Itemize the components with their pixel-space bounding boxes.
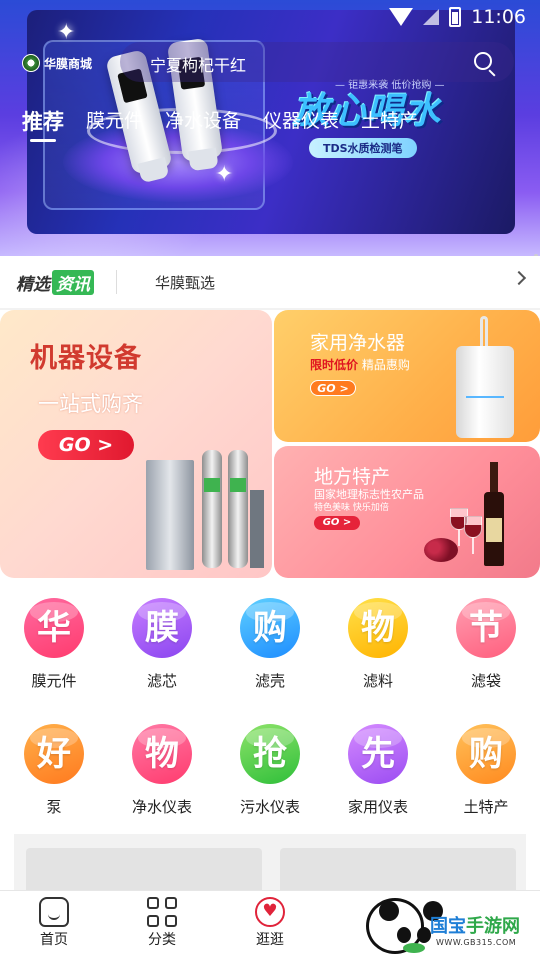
category-label: 滤壳: [254, 672, 285, 690]
promo-tag: 精品惠购: [361, 358, 410, 372]
product-card-placeholder[interactable]: [26, 848, 262, 890]
nav-home[interactable]: 首页: [14, 897, 94, 949]
category-label: 土特产: [463, 798, 509, 816]
chevron-right-icon[interactable]: [511, 270, 527, 286]
nav-label: 逛逛: [256, 932, 284, 948]
promo-card-water-purifier[interactable]: 家用净水器 限时低价 精品惠购 GO >: [274, 310, 540, 442]
hero-background: ✦ ✦ — 钜惠来袭 低价抢购 — 放心喝水 TDS水质检测笔 11:06 华膜…: [0, 0, 540, 256]
wine-bottle-image: [484, 462, 504, 566]
feed-edge: [0, 834, 14, 890]
category-label: 家用仪表: [347, 798, 408, 816]
banner-product-pill: TDS水质检测笔: [309, 138, 417, 158]
category-membrane[interactable]: 华 膜元件: [0, 598, 108, 691]
news-divider: [116, 270, 117, 294]
status-time: 11:06: [471, 6, 526, 28]
category-grid: 华 膜元件 膜 滤芯 购 滤壳 物 滤料 节 滤袋 好 泵 物 净水仪表 抢 污…: [0, 580, 540, 834]
category-bubble-icon: 膜: [132, 598, 192, 658]
category-water-meter[interactable]: 物 净水仪表: [108, 724, 216, 817]
go-button[interactable]: GO >: [38, 430, 134, 460]
promo-tag-red: 限时低价: [310, 358, 359, 372]
category-label: 污水仪表: [239, 798, 300, 816]
product-card-placeholder[interactable]: [280, 848, 516, 890]
category-bubble-icon: 物: [348, 598, 408, 658]
promo-tags: 限时低价 精品惠购: [310, 356, 410, 373]
category-bubble-icon: 华: [24, 598, 84, 658]
signal-icon: [423, 9, 440, 25]
logo-mark-icon: [22, 54, 40, 72]
site-watermark: 国宝手游网 WWW.GB315.COM: [352, 892, 540, 960]
promo-title: 地方特产: [314, 466, 391, 488]
sparkle-icon: ✦: [57, 20, 76, 45]
category-filter-bag[interactable]: 节 滤袋: [432, 598, 540, 691]
promo-line: 特色美味 快乐加倍: [314, 503, 389, 513]
wifi-icon: [389, 8, 414, 26]
promo-card-machinery[interactable]: 机器设备 一站式购齐 GO >: [0, 310, 272, 578]
category-bubble-icon: 节: [456, 598, 516, 658]
home-icon: [39, 897, 69, 927]
news-bar[interactable]: 精选 资讯 华膜甄选: [0, 256, 540, 308]
promo-title: 家用净水器: [310, 332, 406, 354]
category-label: 膜元件: [31, 672, 77, 690]
promo-section: 机器设备 一站式购齐 GO > 家用净水器 限时低价 精品惠购 GO > 地方特…: [0, 310, 540, 580]
category-bubble-icon: 购: [240, 598, 300, 658]
promo-subtitle: 一站式购齐: [38, 392, 143, 416]
category-grid-icon: [147, 897, 177, 927]
news-brand: 精选 资讯: [16, 269, 94, 295]
category-label: 滤芯: [146, 672, 177, 690]
category-filter-core[interactable]: 膜 滤芯: [108, 598, 216, 691]
sparkle-icon: ✦: [215, 162, 234, 187]
watermark-name: 国宝手游网: [430, 912, 520, 938]
wine-glass-image: [464, 516, 482, 556]
feed-edge: [526, 834, 540, 890]
tab-instruments[interactable]: 仪器仪表: [263, 106, 339, 136]
logo-text: 华膜商城: [44, 56, 93, 71]
tab-recommend[interactable]: 推荐: [22, 106, 64, 142]
promo-card-local-specialty[interactable]: 地方特产 国家地理标志性农产品 特色美味 快乐加倍 GO >: [274, 446, 540, 578]
nav-label: 分类: [148, 932, 176, 948]
product-feed-placeholder: [0, 834, 540, 890]
panda-logo-icon: [366, 898, 443, 954]
news-text: 华膜甄选: [155, 273, 216, 292]
category-label: 泵: [46, 798, 62, 816]
category-pump[interactable]: 好 泵: [0, 724, 108, 817]
water-purifier-image: [456, 316, 514, 438]
category-tabs: 推荐 膜元件 净水设备 仪器仪表 土特产: [22, 106, 418, 142]
nav-label: 首页: [40, 932, 68, 948]
category-home-meter[interactable]: 先 家用仪表: [324, 724, 432, 817]
search-bar[interactable]: 宁夏枸杞干红: [120, 42, 514, 82]
watermark-name-a: 国宝: [430, 916, 466, 937]
heart-chat-icon: [255, 897, 285, 927]
status-bar: 11:06: [389, 6, 526, 28]
promo-title: 机器设备: [30, 343, 142, 374]
search-icon[interactable]: [474, 52, 492, 70]
category-bubble-icon: 购: [456, 724, 516, 784]
nav-category[interactable]: 分类: [122, 897, 202, 949]
machine-image: [146, 430, 266, 576]
go-button[interactable]: GO >: [310, 380, 356, 396]
category-label: 净水仪表: [131, 798, 192, 816]
search-query: 宁夏枸杞干红: [150, 56, 247, 75]
watermark-name-b: 手游网: [466, 916, 520, 937]
tab-local-specialty[interactable]: 土特产: [361, 106, 418, 136]
tab-membrane[interactable]: 膜元件: [86, 106, 143, 136]
category-label: 滤料: [362, 672, 393, 690]
category-bubble-icon: 物: [132, 724, 192, 784]
category-bubble-icon: 好: [24, 724, 84, 784]
news-brand-highlight: 资讯: [52, 269, 94, 295]
category-local-specialty[interactable]: 购 土特产: [432, 724, 540, 817]
app-logo[interactable]: 华膜商城: [22, 54, 92, 72]
category-sewage-meter[interactable]: 抢 污水仪表: [216, 724, 324, 817]
category-filter-media[interactable]: 物 滤料: [324, 598, 432, 691]
tab-purification[interactable]: 净水设备: [165, 106, 241, 136]
category-label: 滤袋: [470, 672, 501, 690]
category-bubble-icon: 抢: [240, 724, 300, 784]
go-button[interactable]: GO >: [314, 516, 360, 530]
battery-icon: [449, 7, 462, 27]
watermark-url: WWW.GB315.COM: [436, 938, 517, 947]
nav-browse[interactable]: 逛逛: [230, 897, 310, 949]
category-filter-housing[interactable]: 购 滤壳: [216, 598, 324, 691]
news-brand-prefix: 精选: [16, 274, 50, 295]
category-bubble-icon: 先: [348, 724, 408, 784]
